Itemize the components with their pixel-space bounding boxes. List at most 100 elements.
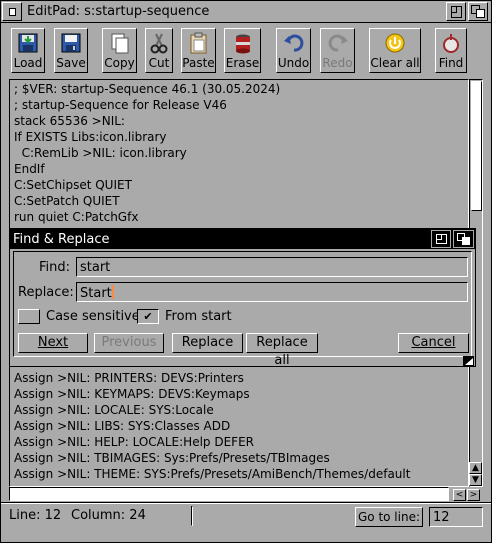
checkmark-icon: ✔	[143, 310, 153, 323]
dialog-body: Find: start Replace: Start Case sensitiv…	[13, 251, 472, 368]
next-button-label: Next	[37, 335, 69, 350]
from-start-label: From start	[165, 309, 232, 324]
editor-line: Assign >NIL: TBIMAGES: Sys:Prefs/Presets…	[14, 451, 330, 465]
editor-line: C:RemLib >NIL: icon.library	[14, 146, 187, 160]
copy-icon	[111, 33, 128, 54]
case-sensitive-label: Case sensitive	[46, 309, 140, 324]
go-to-line-button[interactable]: Go to line:	[355, 507, 423, 527]
horizontal-scrollbar[interactable]	[9, 487, 449, 501]
go-to-line-field[interactable]: 12	[429, 507, 483, 527]
save-button[interactable]: Save	[54, 28, 88, 73]
column-indicator: Column: 24	[71, 508, 146, 523]
erase-button[interactable]: Erase	[224, 28, 261, 73]
scroll-right-button[interactable]: >	[467, 489, 480, 501]
status-bar-divider	[1, 503, 491, 504]
erase-label: Erase	[225, 56, 260, 70]
load-label: Load	[13, 56, 43, 70]
editor-line: Assign >NIL: KEYMAPS: DEVS:Keymaps	[14, 387, 250, 401]
replace-field-value: Start	[80, 286, 112, 301]
find-replace-dialog: Find & Replace Find: start Replace: Star…	[9, 228, 476, 368]
clear-all-label: Clear all	[370, 56, 420, 70]
go-to-line-label: Go to line:	[357, 510, 420, 524]
copy-label: Copy	[104, 56, 135, 70]
undo-label: Undo	[277, 56, 310, 70]
arrow-left-icon: <	[455, 490, 464, 500]
depth-icon	[471, 5, 486, 19]
cancel-button-label: Cancel	[411, 335, 456, 350]
editor-line: stack 65536 >NIL:	[14, 114, 125, 128]
cut-button[interactable]: Cut	[145, 28, 173, 73]
dialog-title: Find & Replace	[13, 232, 110, 247]
case-sensitive-checkbox[interactable]	[18, 309, 40, 324]
redo-label: Redo	[322, 56, 353, 70]
go-to-line-value: 12	[433, 510, 450, 525]
cut-label: Cut	[148, 56, 170, 70]
load-button[interactable]: Load	[11, 28, 45, 73]
paste-button[interactable]: Paste	[181, 28, 216, 73]
depth-icon	[457, 233, 472, 246]
zoom-button[interactable]	[446, 2, 466, 21]
editor-line: ; $VER: startup-Sequence 46.1 (30.05.202…	[14, 82, 281, 96]
clear-all-icon	[385, 33, 405, 53]
find-field-value: start	[80, 260, 111, 275]
scroll-up-button[interactable]: ▲	[469, 462, 482, 474]
paste-icon	[190, 32, 206, 54]
erase-icon	[235, 34, 250, 54]
replace-button-label: Replace	[181, 335, 234, 350]
editor-line: Assign >NIL: LIBS: SYS:Classes ADD	[14, 419, 231, 433]
from-start-checkbox[interactable]: ✔	[137, 309, 159, 324]
cancel-button[interactable]: Cancel	[398, 333, 469, 353]
find-button[interactable]: Find	[435, 28, 467, 73]
close-button[interactable]	[2, 2, 22, 21]
replace-label: Replace:	[18, 285, 74, 300]
depth-button[interactable]	[468, 2, 488, 21]
scroll-left-button[interactable]: <	[453, 489, 466, 501]
zoom-icon	[451, 6, 462, 18]
clear-all-button[interactable]: Clear all	[369, 28, 421, 73]
replace-button[interactable]: Replace	[172, 333, 243, 353]
save-label: Save	[56, 56, 86, 70]
window-title: EditPad: s:startup-sequence	[27, 4, 210, 19]
editor-line: EndIf	[14, 162, 45, 176]
dialog-zoom-button[interactable]	[431, 230, 451, 248]
title-bar[interactable]: EditPad: s:startup-sequence	[1, 1, 491, 23]
editor-line: ; startup-Sequence for Release V46	[14, 98, 227, 112]
undo-button[interactable]: Undo	[276, 28, 311, 73]
redo-icon	[328, 34, 348, 52]
text-cursor	[111, 285, 114, 299]
arrow-down-icon: ▼	[472, 475, 479, 485]
replace-all-button-label: Replace all	[256, 335, 308, 368]
find-label: Find:	[39, 260, 71, 275]
editor-line: Assign >NIL: THEME: SYS:Prefs/Presets/Am…	[14, 467, 411, 481]
redo-button[interactable]: Redo	[320, 28, 355, 73]
next-button[interactable]: Next	[18, 333, 88, 353]
status-separator	[191, 506, 193, 526]
find-icon	[443, 34, 459, 53]
editor-line: C:SetPatch QUIET	[14, 194, 120, 208]
cut-icon	[150, 33, 168, 54]
previous-button-label: Previous	[101, 335, 157, 350]
editor-line: Assign >NIL: PRINTERS: DEVS:Printers	[14, 371, 244, 385]
load-icon	[18, 33, 38, 53]
close-icon	[9, 8, 16, 16]
dialog-depth-button[interactable]	[453, 230, 474, 248]
editor-line: run quiet C:PatchGfx	[14, 210, 139, 224]
editor-line: If EXISTS Libs:icon.library	[14, 130, 167, 144]
save-icon	[61, 33, 81, 53]
scroll-knob[interactable]	[471, 81, 482, 211]
resize-handle[interactable]	[463, 356, 474, 366]
copy-button[interactable]: Copy	[102, 28, 137, 73]
editor-line: C:SetChipset QUIET	[14, 178, 132, 192]
find-label: Find	[438, 56, 464, 70]
zoom-icon	[436, 234, 447, 244]
undo-icon	[283, 34, 303, 52]
paste-label: Paste	[182, 56, 215, 70]
dialog-title-bar[interactable]: Find & Replace	[10, 229, 475, 249]
previous-button[interactable]: Previous	[94, 333, 164, 353]
find-field[interactable]: start	[76, 257, 468, 277]
replace-all-button[interactable]: Replace all	[246, 333, 318, 368]
replace-field[interactable]: Start	[76, 282, 468, 302]
arrow-right-icon: >	[469, 490, 478, 500]
resize-icon	[465, 358, 473, 365]
scroll-down-button[interactable]: ▼	[469, 474, 482, 486]
